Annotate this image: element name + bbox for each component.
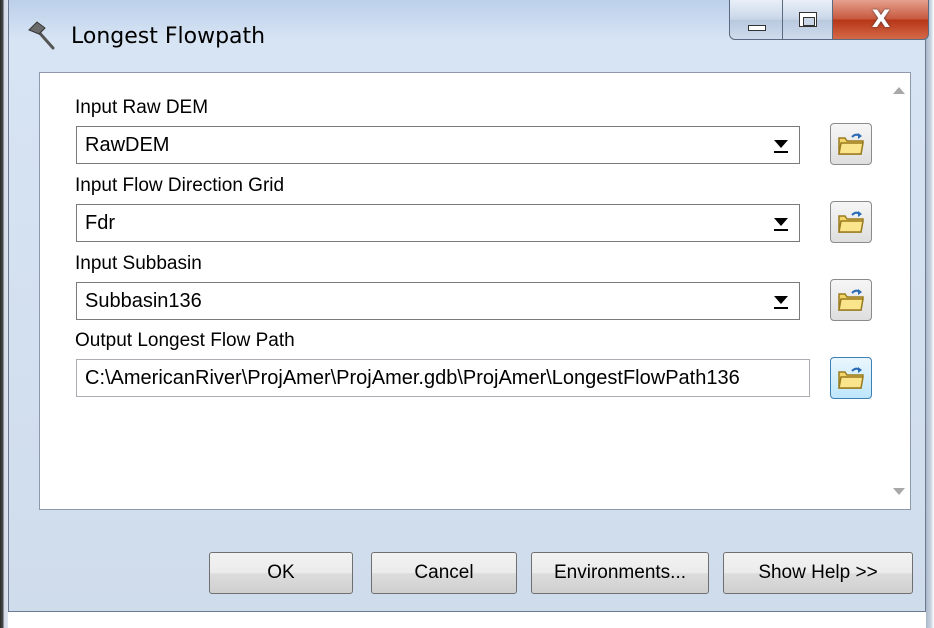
- dialog-window: Longest Flowpath X Input Raw DEM RawDEM: [8, 0, 929, 612]
- open-folder-icon: [838, 367, 864, 389]
- close-button[interactable]: X: [833, 0, 929, 40]
- close-icon: X: [871, 5, 891, 33]
- maximize-icon: [799, 12, 817, 27]
- raw-dem-value: RawDEM: [85, 134, 170, 156]
- chevron-down-icon[interactable]: [769, 213, 793, 235]
- browse-flow-direction-button[interactable]: [830, 201, 872, 243]
- ok-button[interactable]: OK: [209, 552, 353, 594]
- open-folder-icon: [838, 289, 864, 311]
- output-path-value: C:\AmericanRiver\ProjAmer\ProjAmer.gdb\P…: [85, 367, 740, 389]
- title-bar[interactable]: Longest Flowpath X: [9, 0, 929, 72]
- minimize-icon: [748, 25, 766, 31]
- button-bar: OK Cancel Environments... Show Help >>: [9, 520, 925, 610]
- browse-raw-dem-button[interactable]: [830, 123, 872, 165]
- open-folder-icon: [838, 211, 864, 233]
- raw-dem-dropdown[interactable]: RawDEM: [76, 126, 800, 164]
- window-title: Longest Flowpath: [71, 24, 266, 49]
- browse-subbasin-button[interactable]: [830, 279, 872, 321]
- field-label-subbasin: Input Subbasin: [75, 253, 202, 274]
- flow-direction-dropdown[interactable]: Fdr: [76, 204, 800, 242]
- maximize-button[interactable]: [783, 0, 833, 40]
- field-label-output-path: Output Longest Flow Path: [75, 330, 295, 351]
- scroll-down-icon[interactable]: [893, 488, 905, 495]
- scroll-up-icon[interactable]: [893, 87, 905, 94]
- flow-direction-value: Fdr: [85, 212, 115, 234]
- chevron-down-icon[interactable]: [769, 291, 793, 313]
- subbasin-dropdown[interactable]: Subbasin136: [76, 282, 800, 320]
- open-folder-icon: [838, 133, 864, 155]
- output-path-input[interactable]: C:\AmericanRiver\ProjAmer\ProjAmer.gdb\P…: [76, 359, 810, 397]
- browse-output-button[interactable]: [830, 357, 872, 399]
- field-label-raw-dem: Input Raw DEM: [75, 97, 209, 118]
- minimize-button[interactable]: [729, 0, 783, 40]
- show-help-button[interactable]: Show Help >>: [723, 552, 913, 594]
- vertical-scrollbar[interactable]: [888, 73, 910, 509]
- subbasin-value: Subbasin136: [85, 290, 202, 312]
- parameters-panel: Input Raw DEM RawDEM Input Flow Directio…: [39, 72, 911, 510]
- hammer-icon: [28, 21, 55, 50]
- background-window-edge-right: [926, 0, 934, 628]
- caption-buttons: X: [729, 0, 929, 40]
- background-window-edge: [0, 0, 8, 628]
- chevron-down-icon[interactable]: [769, 135, 793, 157]
- environments-button[interactable]: Environments...: [531, 552, 709, 594]
- field-label-flow-direction: Input Flow Direction Grid: [75, 175, 285, 196]
- cancel-button[interactable]: Cancel: [371, 552, 517, 594]
